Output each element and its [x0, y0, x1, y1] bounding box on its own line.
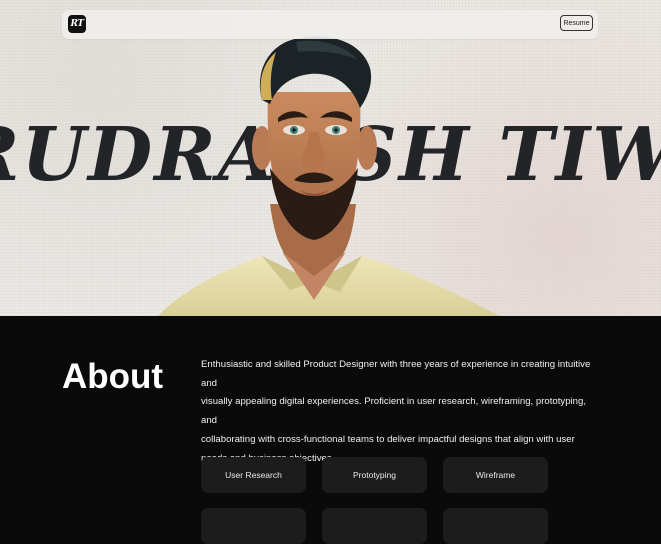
- top-navbar: RT Resume: [62, 10, 598, 39]
- hero-section: RUDRAKSH TIWARI: [0, 0, 661, 316]
- about-line: Enthusiastic and skilled Product Designe…: [201, 359, 591, 389]
- logo[interactable]: RT: [68, 15, 86, 33]
- skill-chip: [322, 508, 427, 544]
- resume-button[interactable]: Resume: [560, 15, 593, 31]
- skill-chip-wireframe: Wireframe: [443, 457, 548, 493]
- skill-chip: [201, 508, 306, 544]
- skill-chip: [443, 508, 548, 544]
- about-line: collaborating with cross-functional team…: [201, 433, 575, 445]
- about-line: visually appealing digital experiences. …: [201, 396, 587, 427]
- skill-chip-user-research: User Research: [201, 457, 306, 493]
- skill-chip-prototyping: Prototyping: [322, 457, 427, 493]
- about-description: Enthusiastic and skilled Product Designe…: [201, 356, 603, 468]
- portrait-illustration: [158, 36, 500, 316]
- about-heading: About: [62, 357, 164, 396]
